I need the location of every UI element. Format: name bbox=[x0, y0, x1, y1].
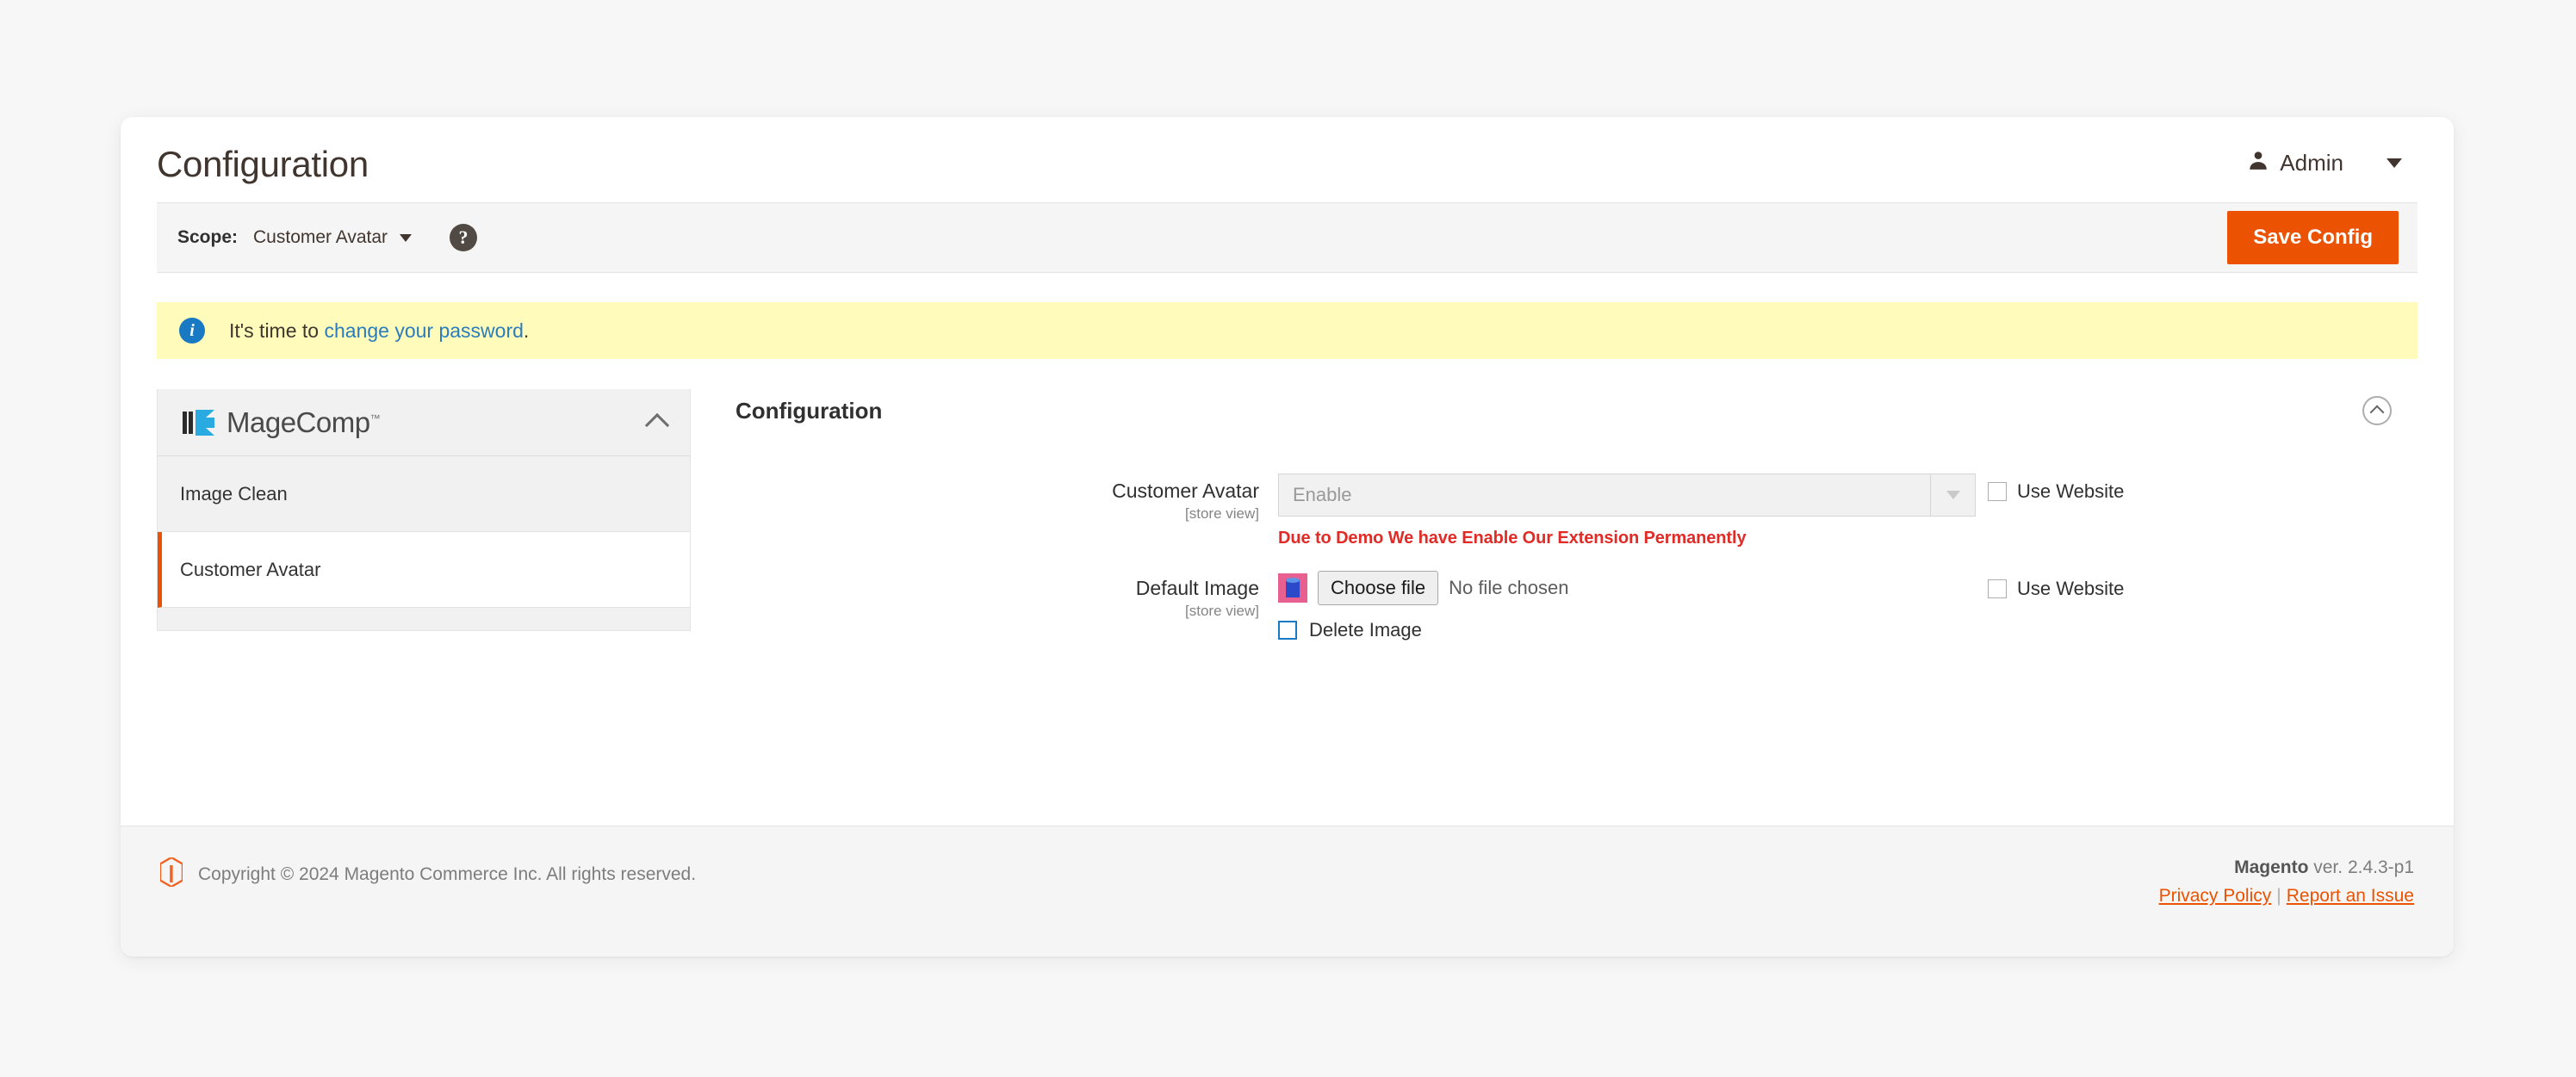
delete-image-label[interactable]: Delete Image bbox=[1309, 619, 1422, 641]
notice-prefix: It's time to bbox=[229, 319, 325, 342]
admin-user-label: Admin bbox=[2280, 150, 2343, 176]
config-sidebar: MageComp™ Image Clean Customer Avatar bbox=[157, 389, 691, 631]
save-config-button[interactable]: Save Config bbox=[2227, 211, 2399, 264]
field-scope-note: [store view] bbox=[1185, 602, 1259, 619]
version-line: Magento ver. 2.4.3-p1 bbox=[2159, 857, 2414, 878]
field-row-default-image: Default Image [store view] Choose file N… bbox=[727, 571, 2418, 641]
delete-image-checkbox[interactable] bbox=[1278, 621, 1297, 640]
customer-avatar-select-value: Enable bbox=[1293, 484, 1352, 505]
scope-group: Scope: Customer Avatar ? bbox=[177, 224, 478, 251]
sidebar-section-magecomp[interactable]: MageComp™ bbox=[158, 389, 690, 456]
file-upload-row: Choose file No file chosen bbox=[1278, 571, 1976, 605]
field-scope-note: [store view] bbox=[1185, 504, 1259, 522]
avatar-thumbnail bbox=[1278, 573, 1307, 603]
sidebar-item-label: Customer Avatar bbox=[180, 558, 321, 580]
chevron-up-circle-icon[interactable] bbox=[2362, 396, 2392, 425]
use-website-label[interactable]: Use Website bbox=[2017, 578, 2124, 600]
copyright-text: Copyright © 2024 Magento Commerce Inc. A… bbox=[198, 863, 697, 884]
privacy-policy-link[interactable]: Privacy Policy bbox=[2159, 886, 2272, 906]
notice-suffix: . bbox=[523, 319, 530, 342]
use-website-checkbox[interactable] bbox=[1988, 579, 2007, 598]
admin-menu[interactable]: Admin bbox=[2247, 142, 2402, 177]
footer-left: Copyright © 2024 Magento Commerce Inc. A… bbox=[157, 856, 697, 891]
use-website-checkbox[interactable] bbox=[1988, 482, 2007, 501]
notice-text: It's time to change your password. bbox=[229, 319, 529, 343]
sidebar-bottom-strip bbox=[158, 608, 690, 630]
choose-file-button[interactable]: Choose file bbox=[1318, 571, 1439, 605]
sidebar-item-image-clean[interactable]: Image Clean bbox=[158, 456, 690, 532]
section-header: Configuration bbox=[727, 389, 2418, 425]
chevron-down-icon bbox=[400, 233, 413, 242]
configuration-window: Configuration Admin Scope: Customer Avat… bbox=[121, 117, 2454, 956]
field-control-customer-avatar: Enable Due to Demo We have Enable Our Ex… bbox=[1278, 474, 1976, 548]
scope-bar: Scope: Customer Avatar ? Save Config bbox=[157, 202, 2418, 273]
config-fieldset: Customer Avatar [store view] Enable Due … bbox=[727, 425, 2418, 641]
field-label-customer-avatar: Customer Avatar [store view] bbox=[727, 474, 1278, 523]
customer-avatar-warning: Due to Demo We have Enable Our Extension… bbox=[1278, 529, 1747, 548]
page-title: Configuration bbox=[157, 143, 369, 184]
footer-links: Privacy Policy | Report an Issue bbox=[2159, 886, 2414, 907]
footer-right: Magento ver. 2.4.3-p1 Privacy Policy | Rep… bbox=[2159, 857, 2418, 907]
person-icon bbox=[2247, 149, 2269, 177]
magecomp-logo-icon bbox=[183, 409, 214, 436]
field-label-text: Default Image bbox=[1135, 577, 1259, 599]
admin-user-button[interactable]: Admin bbox=[2247, 149, 2343, 177]
footer-link-separator: | bbox=[2276, 886, 2281, 906]
use-website-group-default-image: Use Website bbox=[1976, 571, 2124, 600]
brand-name: MageComp bbox=[227, 405, 370, 438]
magecomp-logo-text: MageComp™ bbox=[227, 405, 381, 439]
magecomp-logo: MageComp™ bbox=[182, 405, 381, 439]
field-control-default-image: Choose file No file chosen Delete Image bbox=[1278, 571, 1976, 641]
chevron-up-icon[interactable] bbox=[644, 412, 670, 437]
sidebar-item-customer-avatar[interactable]: Customer Avatar bbox=[158, 532, 690, 608]
field-label-default-image: Default Image [store view] bbox=[727, 571, 1278, 620]
sidebar-item-label: Image Clean bbox=[180, 482, 288, 504]
magento-logo-icon bbox=[158, 856, 184, 891]
version-brand: Magento bbox=[2234, 857, 2309, 877]
config-main-panel: Configuration Customer Avatar [store vie… bbox=[691, 389, 2418, 664]
file-status-label: No file chosen bbox=[1449, 577, 1569, 598]
field-label-text: Customer Avatar bbox=[1112, 480, 1259, 502]
version-text: ver. 2.4.3-p1 bbox=[2308, 857, 2414, 877]
select-arrow-box bbox=[1930, 474, 1975, 516]
scope-switcher[interactable]: Customer Avatar bbox=[253, 227, 413, 248]
section-title: Configuration bbox=[736, 397, 883, 424]
change-password-link[interactable]: change your password bbox=[324, 319, 523, 342]
field-row-customer-avatar: Customer Avatar [store view] Enable Due … bbox=[727, 474, 2418, 548]
page-footer: Copyright © 2024 Magento Commerce Inc. A… bbox=[121, 826, 2454, 956]
question-mark-icon[interactable]: ? bbox=[450, 224, 478, 251]
page-header: Configuration Admin bbox=[121, 117, 2454, 202]
scope-switcher-value: Customer Avatar bbox=[253, 227, 388, 247]
password-notice: i It's time to change your password. bbox=[157, 302, 2418, 359]
config-body: MageComp™ Image Clean Customer Avatar Co… bbox=[121, 359, 2454, 664]
use-website-group-customer-avatar: Use Website bbox=[1976, 474, 2124, 503]
report-issue-link[interactable]: Report an Issue bbox=[2287, 886, 2414, 906]
use-website-label[interactable]: Use Website bbox=[2017, 480, 2124, 503]
trademark-mark: ™ bbox=[369, 412, 381, 424]
chevron-down-icon bbox=[1946, 491, 1960, 499]
scope-label: Scope: bbox=[177, 227, 239, 247]
chevron-down-icon[interactable] bbox=[2387, 158, 2402, 168]
delete-image-row: Delete Image bbox=[1278, 619, 1976, 641]
info-icon: i bbox=[179, 318, 205, 344]
customer-avatar-select[interactable]: Enable bbox=[1278, 474, 1976, 517]
